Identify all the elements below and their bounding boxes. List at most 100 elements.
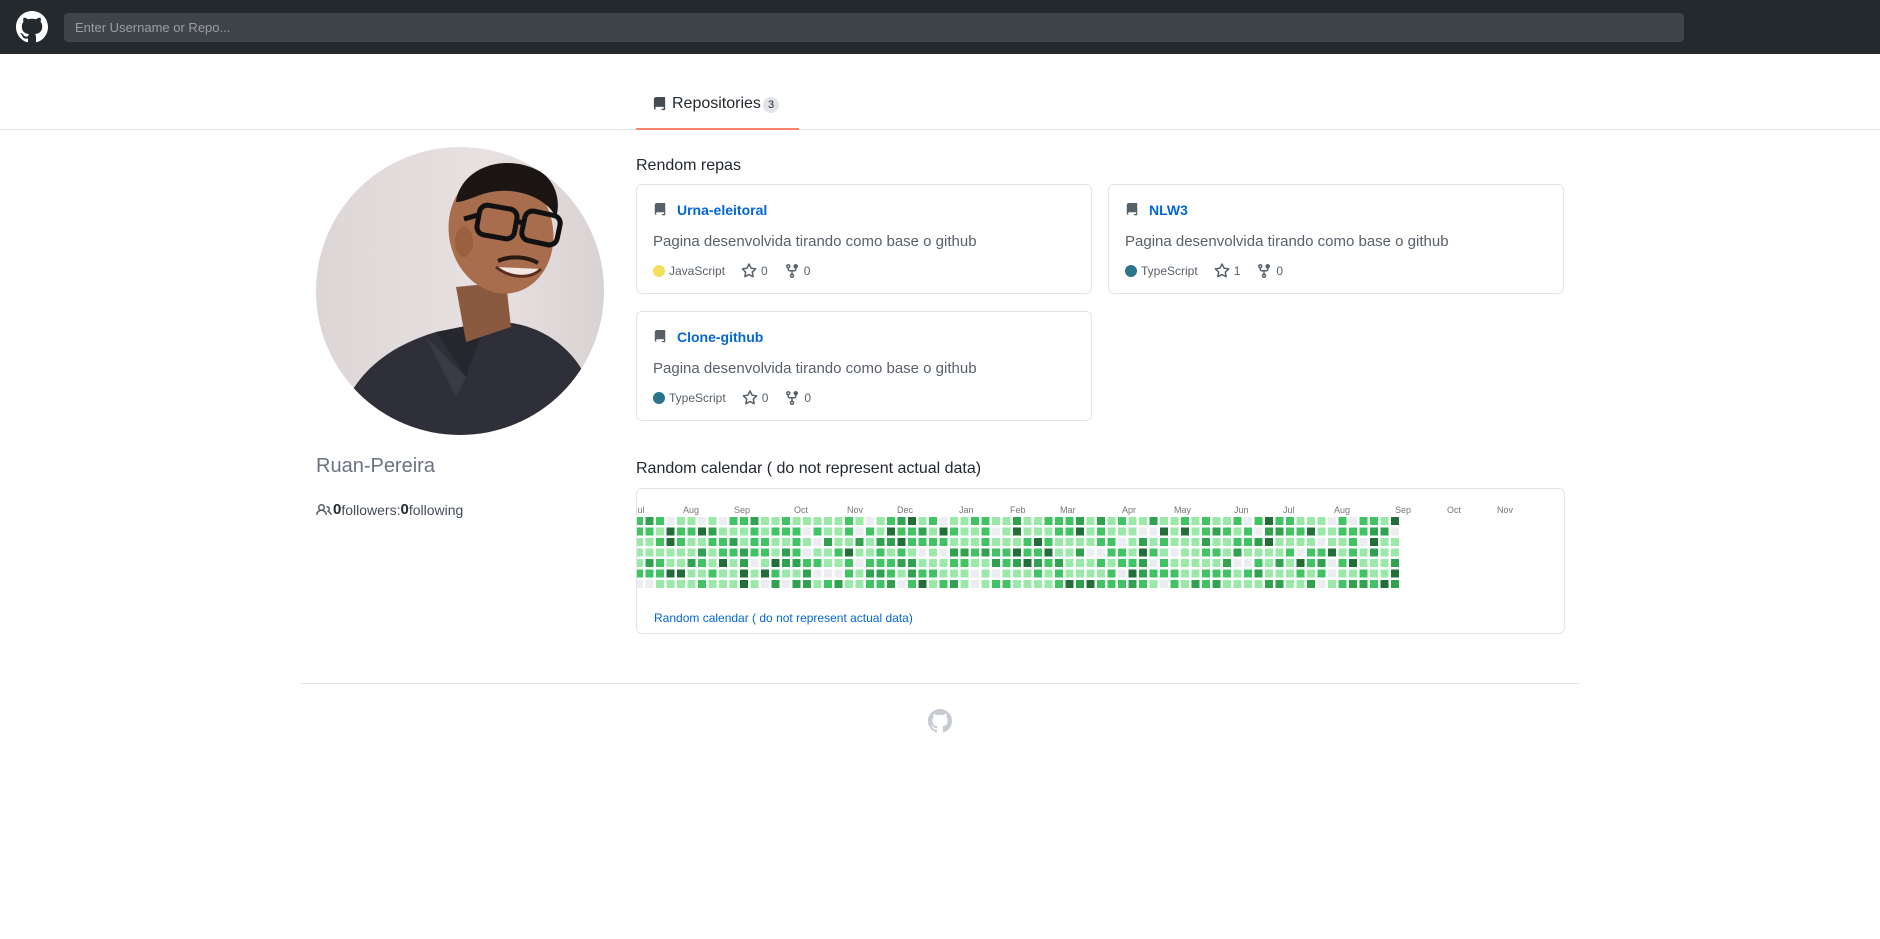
calendar-day-cell (1286, 538, 1294, 546)
repo-name-link[interactable]: Urna-eleitoral (653, 202, 767, 218)
calendar-day-cell (1307, 538, 1315, 546)
calendar-day-cell (1160, 527, 1168, 536)
fork-count: 0 (803, 264, 811, 278)
calendar-day-cell (1076, 538, 1084, 546)
followers-count[interactable]: 0 (333, 501, 341, 518)
calendar-day-cell (687, 580, 696, 588)
calendar-day-cell (1212, 548, 1221, 557)
calendar-day-cell (824, 527, 832, 536)
calendar-day-cell (1034, 580, 1042, 588)
calendar-day-cell (1265, 580, 1273, 588)
calendar-day-cell (1317, 548, 1326, 557)
calendar-day-cell (897, 538, 906, 546)
calendar-day-cell (929, 559, 937, 567)
repo-forks[interactable]: 0 (784, 263, 811, 279)
calendar-day-cell (1065, 569, 1074, 578)
calendar-day-cell (687, 569, 696, 578)
calendar-day-cell (939, 548, 948, 557)
calendar-day-cell (1097, 517, 1105, 525)
repo-name-link[interactable]: NLW3 (1125, 202, 1188, 218)
calendar-day-cell (992, 559, 1000, 567)
calendar-day-cell (918, 517, 927, 525)
calendar-day-cell (1380, 559, 1389, 567)
calendar-day-cell (1286, 580, 1294, 588)
calendar-day-cell (1370, 538, 1378, 546)
calendar-day-cell (1391, 559, 1399, 567)
calendar-day-cell (771, 548, 780, 557)
calendar-day-cell (897, 527, 906, 536)
github-logo-icon[interactable] (16, 11, 48, 43)
calendar-day-cell (771, 559, 780, 567)
calendar-day-cell (1044, 527, 1053, 536)
calendar-day-cell (876, 569, 885, 578)
following-count[interactable]: 0 (400, 501, 408, 518)
calendar-day-cell (971, 538, 979, 546)
calendar-day-cell (761, 569, 769, 578)
calendar-day-cell (1034, 538, 1042, 546)
calendar-day-cell (1328, 517, 1336, 525)
calendar-day-cell (740, 548, 748, 557)
calendar-day-cell (677, 580, 685, 588)
calendar-day-cell (1097, 580, 1105, 588)
repo-stars[interactable]: 0 (741, 263, 768, 279)
calendar-day-cell (845, 548, 853, 557)
tab-repositories[interactable]: Repositories 3 (636, 92, 799, 130)
repo-forks[interactable]: 0 (784, 390, 811, 406)
calendar-day-cell (908, 548, 916, 557)
github-logo-icon[interactable] (928, 709, 952, 733)
calendar-day-cell (1023, 548, 1032, 557)
repo-stars[interactable]: 0 (742, 390, 768, 406)
calendar-day-cell (1149, 548, 1158, 557)
footer-divider (300, 683, 1580, 684)
calendar-day-cell (1076, 569, 1084, 578)
repo-card: NLW3 Pagina desenvolvida tirando como ba… (1108, 184, 1564, 294)
calendar-day-cell (866, 548, 874, 557)
calendar-day-cell (1128, 569, 1137, 578)
calendar-day-cell (939, 569, 948, 578)
calendar-day-cell (971, 569, 979, 578)
calendar-day-cell (1296, 548, 1305, 557)
calendar-day-cell (1055, 517, 1063, 525)
calendar-day-cell (1044, 517, 1053, 525)
repo-stars[interactable]: 1 (1214, 263, 1240, 279)
calendar-day-cell (1349, 538, 1357, 546)
calendar-day-cell (792, 580, 801, 588)
calendar-day-cell (992, 527, 1000, 536)
calendar-day-cell (992, 538, 1000, 546)
calendar-day-cell (1244, 580, 1252, 588)
star-icon (742, 390, 758, 405)
calendar-day-cell (740, 517, 748, 525)
calendar-day-cell (803, 517, 811, 525)
calendar-day-cell (845, 517, 853, 525)
calendar-day-cell (887, 527, 895, 536)
calendar-day-cell (1191, 559, 1200, 567)
calendar-day-cell (1023, 538, 1032, 546)
calendar-day-cell (1086, 527, 1095, 536)
calendar-day-cell (1149, 559, 1158, 567)
repo-card: Urna-eleitoral Pagina desenvolvida tiran… (636, 184, 1092, 294)
calendar-link[interactable]: Random calendar ( do not represent actua… (654, 611, 913, 625)
calendar-day-cell (1107, 559, 1116, 567)
calendar-day-cell (1170, 580, 1179, 588)
calendar-day-cell (1013, 548, 1021, 557)
calendar-day-cell (677, 527, 685, 536)
repo-name-link[interactable]: Clone-github (653, 329, 763, 345)
calendar-day-cell (866, 517, 874, 525)
calendar-day-cell (761, 559, 769, 567)
calendar-day-cell (1317, 569, 1326, 578)
calendar-day-cell (782, 548, 790, 557)
calendar-day-cell (750, 527, 759, 536)
calendar-day-cell (1359, 538, 1368, 546)
calendar-day-cell (981, 527, 990, 536)
repo-card: Clone-github Pagina desenvolvida tirando… (636, 311, 1092, 421)
search-input[interactable] (64, 13, 1684, 42)
calendar-day-cell (792, 548, 801, 557)
calendar-day-cell (750, 517, 759, 525)
calendar-day-cell (698, 538, 706, 546)
calendar-day-cell (1128, 517, 1137, 525)
calendar-day-cell (950, 538, 958, 546)
calendar-day-cell (1191, 527, 1200, 536)
repo-forks[interactable]: 0 (1256, 263, 1283, 279)
calendar-day-cell (750, 538, 759, 546)
calendar-day-cell (1181, 517, 1189, 525)
